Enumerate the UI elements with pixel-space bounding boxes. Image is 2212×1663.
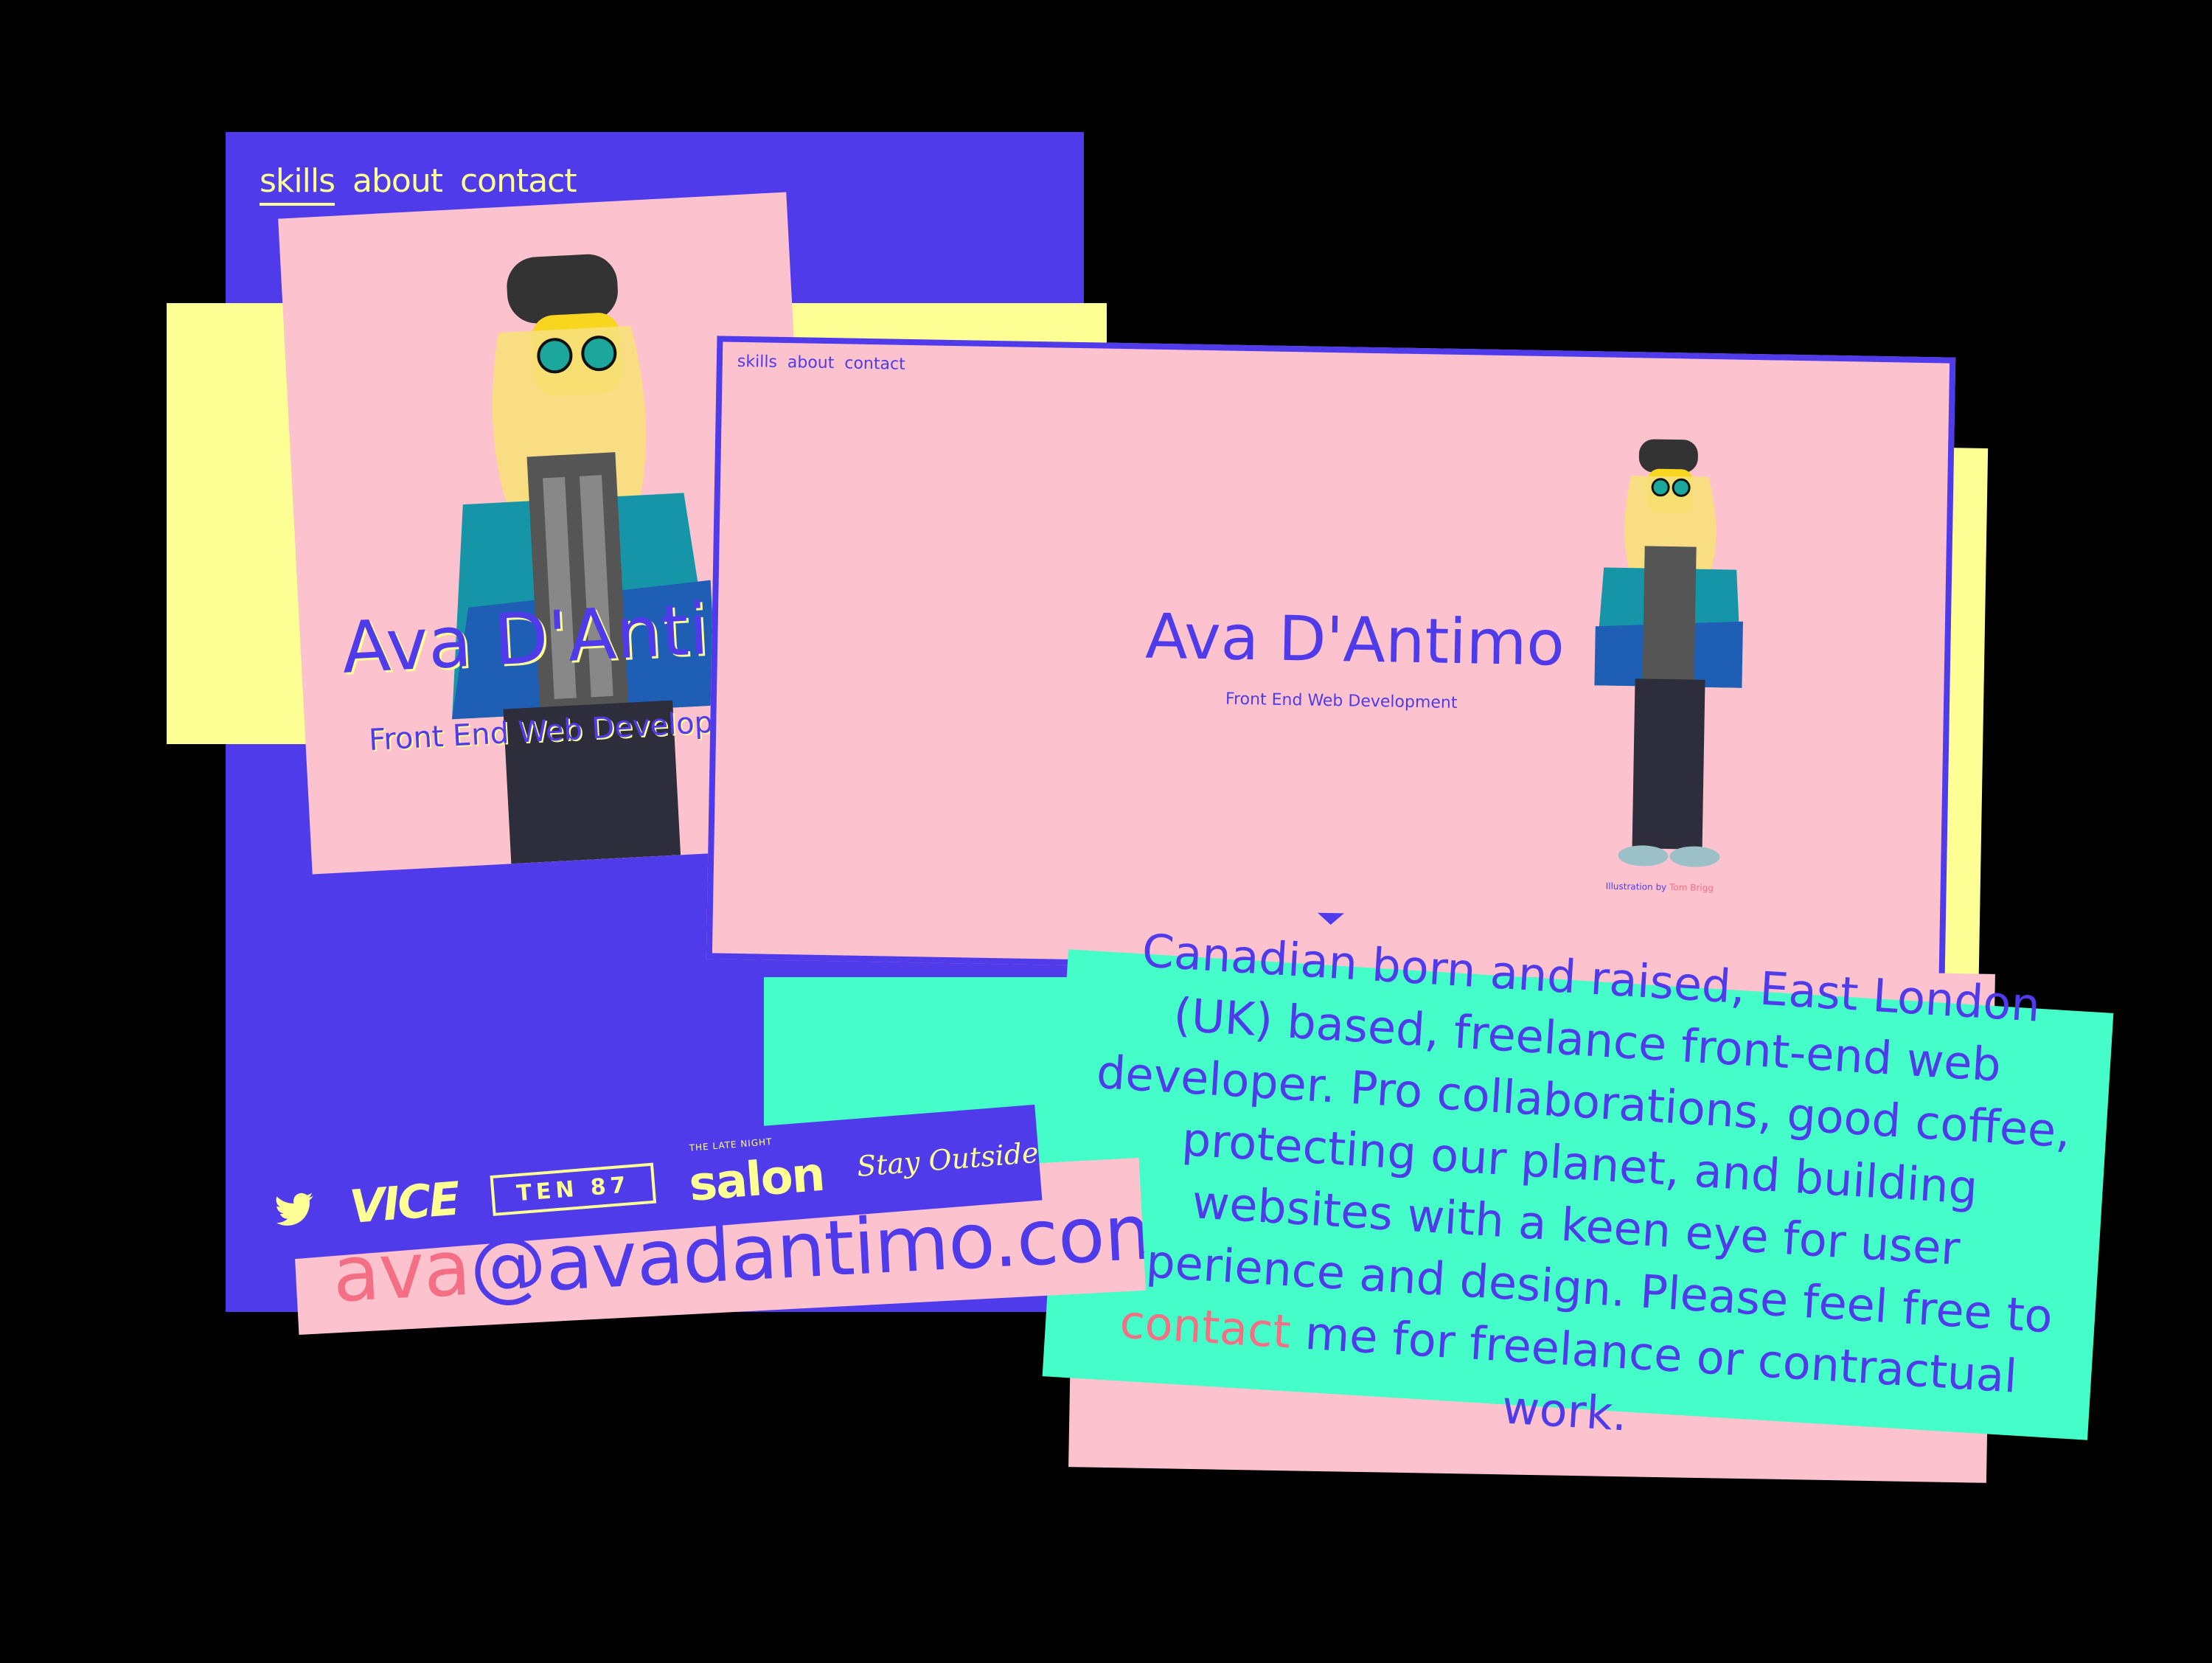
bio-contact-link[interactable]: contact xyxy=(1119,1294,1293,1358)
credit-name-link[interactable]: Tom Brigg xyxy=(1669,882,1714,893)
avatar-illustration-large xyxy=(452,254,717,864)
credit-prefix: Illustration by xyxy=(1605,881,1670,893)
nav-small: skills about contact xyxy=(737,353,905,374)
avatar-illustration xyxy=(1594,439,1743,867)
nav-about-link-small[interactable]: about xyxy=(787,353,835,372)
stay-outside-logo[interactable]: Stay Outside xyxy=(855,1136,1040,1183)
nav-about-link[interactable]: about xyxy=(352,162,443,206)
illustration-credit: Illustration by Tom Brigg xyxy=(1606,881,1714,894)
hero-name: Ava D'Antimo xyxy=(1144,600,1565,680)
ten87-logo[interactable]: TEN 87 xyxy=(490,1162,657,1216)
website-screenshot-card: skills about contact Ava D'Antimo Front … xyxy=(706,336,1956,981)
bio-card: Canadian born and raised, East London (U… xyxy=(1042,923,2114,1442)
nav-skills-link-small[interactable]: skills xyxy=(737,353,777,372)
salon-logo-pretitle: THE LATE NIGHT xyxy=(689,1136,773,1153)
salon-logo-title: salon xyxy=(686,1147,826,1212)
vice-logo[interactable]: VICE xyxy=(348,1171,460,1233)
scroll-down-arrow-icon[interactable] xyxy=(1317,912,1344,926)
nav-contact-link[interactable]: contact xyxy=(460,162,577,206)
bio-text: Canadian born and raised, East London (U… xyxy=(1074,917,2083,1472)
twitter-icon[interactable] xyxy=(272,1187,318,1235)
nav-large: skills about contact xyxy=(260,162,577,206)
nav-contact-link-small[interactable]: contact xyxy=(844,354,905,373)
bio-text-before: Canadian born and raised, East London (U… xyxy=(1090,923,2073,1344)
nav-skills-link[interactable]: skills xyxy=(260,162,335,206)
hero-subtitle: Front End Web Development xyxy=(1225,690,1458,712)
late-night-salon-logo[interactable]: THE LATE NIGHT salon xyxy=(686,1136,826,1212)
